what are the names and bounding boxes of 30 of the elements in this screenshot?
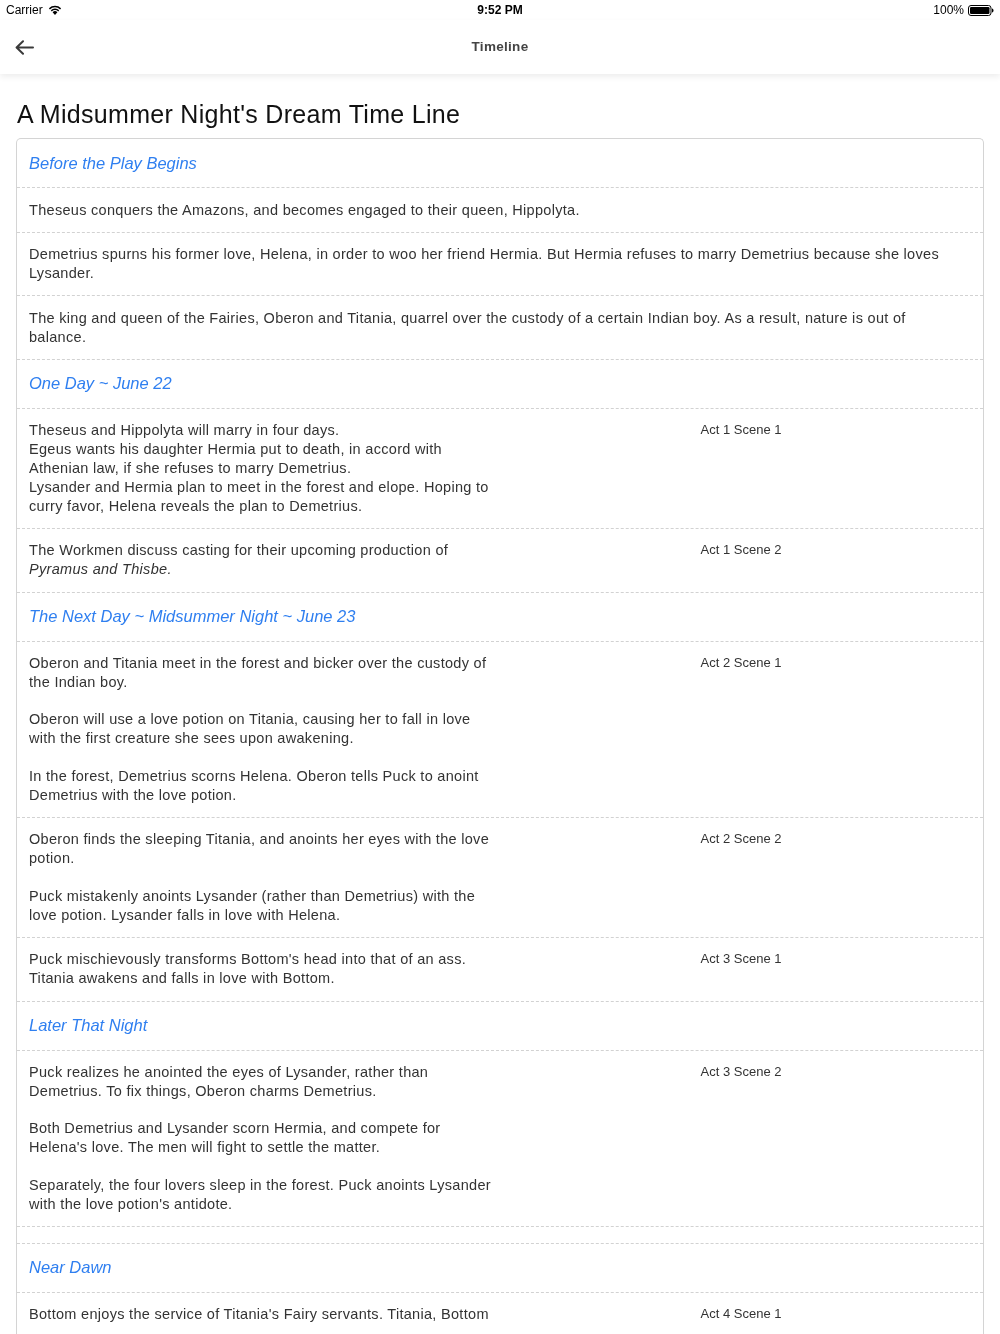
section-heading: The Next Day ~ Midsummer Night ~ June 23	[29, 606, 356, 628]
arrow-left-icon	[14, 39, 34, 55]
event-description: Puck realizes he anointed the eyes of Lysander, rather than Demetrius. To fix things, Oberon charms Demetrius. Both Demetrius and Lysander scorn Hermia, and compete for Helena's love. The men will fight to settle the matter. Separately, the four lovers sleep in the forest. Puck anoints Lysander with the love potion's antidote.	[29, 1063, 492, 1214]
page-title: A Midsummer Night's Dream Time Line	[16, 99, 462, 129]
section-heading: Before the Play Begins	[29, 152, 197, 174]
scene-label: Act 3 Scene 1	[700, 950, 782, 969]
scene-label: Act 3 Scene 2	[700, 1063, 782, 1081]
battery-icon	[968, 4, 994, 16]
clock-time: 9:52 PM	[477, 3, 523, 17]
battery-percentage: 100%	[933, 3, 964, 17]
section-heading: One Day ~ June 22	[29, 373, 172, 395]
carrier-name: Carrier	[6, 3, 43, 17]
scene-label: Act 1 Scene 1	[700, 421, 782, 440]
event-description: Theseus and Hippolyta will marry in four days. Egeus wants his daughter Hermia put to death, in accord with Athenian law, if she refuses to marry Demetrius. Lysander and Hermia plan to meet in the forest and elope. Hoping to curry favor, Helena reveals the plan to Demetrius.	[29, 421, 490, 516]
event-description: Demetrius spurns his former love, Helena, in order to woo her friend Hermia. But Hermia refuses to marry Demetrius because she loves Lysander.	[29, 245, 940, 283]
scene-label: Act 4 Scene 1	[700, 1305, 782, 1324]
section-heading: Near Dawn	[29, 1257, 112, 1279]
event-description: Oberon and Titania meet in the forest and bicker over the custody of the Indian boy. Oberon will use a love potion on Titania, causing her to fall in love with the first creature she sees upon awakening. In the forest, Demetrius scorns Helena. Oberon tells Puck to anoint Demetrius with the love potion.	[29, 654, 488, 805]
scene-label: Act 2 Scene 1	[700, 654, 782, 673]
event-description: The king and queen of the Fairies, Oberon and Titania, quarrel over the custody of a certain Indian boy. As a result, nature is out of balance.	[29, 308, 907, 347]
scene-label: Act 2 Scene 2	[700, 830, 782, 849]
event-description: Puck mischievously transforms Bottom's head into that of an ass. Titania awakens and falls in love with Bottom.	[29, 950, 468, 988]
section-heading: Later That Night	[29, 1015, 148, 1036]
event-description: The Workmen discuss casting for their upcoming production of Pyramus and Thisbe.	[29, 541, 450, 580]
wifi-icon	[47, 5, 62, 15]
event-description: Oberon finds the sleeping Titania, and anoints her eyes with the love potion. Puck mistakenly anoints Lysander (rather than Demetrius) with the love potion. Lysander falls in love with Helena.	[29, 830, 490, 925]
screen-title: Timeline	[471, 38, 529, 56]
event-description: Bottom enjoys the service of Titania's Fairy servants. Titania, Bottom	[29, 1305, 490, 1325]
event-description: Theseus conquers the Amazons, and becomes engaged to their queen, Hippolyta.	[29, 200, 581, 220]
scene-label: Act 1 Scene 2	[700, 541, 782, 560]
